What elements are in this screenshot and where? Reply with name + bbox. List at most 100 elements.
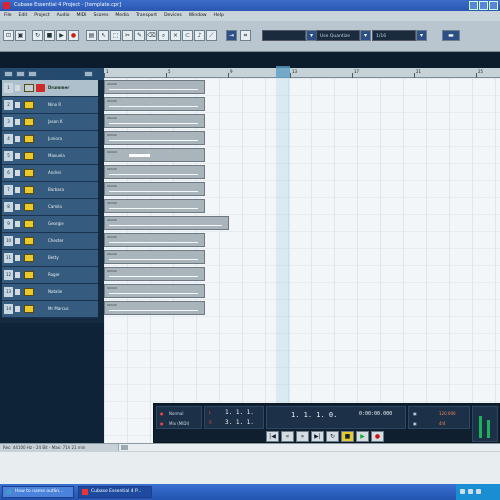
eraser-icon[interactable]: ⌫ [146, 30, 157, 41]
menu-media[interactable]: Media [115, 11, 129, 21]
solo-mode-button[interactable]: ⊡ [3, 30, 14, 41]
right-locator-time[interactable]: 3. 1. 1. [225, 419, 254, 426]
go-to-end-icon[interactable]: ▶| [311, 431, 324, 442]
position-time-display[interactable]: 0:00:00.000 [359, 411, 392, 417]
monitor-button[interactable]: ▣ [15, 30, 26, 41]
taskbar-browser-task[interactable]: How to name outlin... [2, 486, 74, 498]
project-cursor-marker[interactable] [276, 66, 290, 78]
go-to-start-icon[interactable]: |◀ [266, 431, 279, 442]
track-name[interactable]: Andrei [48, 170, 96, 175]
cycle-icon[interactable]: ↻ [32, 30, 43, 41]
snap-type-display[interactable] [262, 30, 306, 41]
fast-forward-icon[interactable]: » [296, 431, 309, 442]
quantize-dropdown[interactable]: ▾ [360, 30, 371, 41]
midi-part[interactable]: ▭▭▭ [104, 216, 229, 230]
track-zoom-icon[interactable] [84, 71, 93, 77]
mute-tool-icon[interactable]: × [170, 30, 181, 41]
track-row[interactable]: 8 Camila [2, 199, 98, 216]
track-row[interactable]: 13 Natalie [2, 284, 98, 301]
track-name[interactable]: Betty [48, 255, 96, 260]
solo-icon[interactable] [24, 152, 34, 160]
color-picker-button[interactable]: ▬ [442, 30, 460, 41]
grid-dropdown[interactable]: ▾ [416, 30, 427, 41]
midi-part[interactable]: ▭▭▭ [104, 301, 205, 315]
zoom-icon[interactable]: ⌕ [158, 30, 169, 41]
edit-mode-button[interactable]: ▤ [86, 30, 97, 41]
track-row[interactable]: 6 Andrei [2, 165, 98, 182]
play-tool-icon[interactable]: ♪ [194, 30, 205, 41]
track-name[interactable]: Nino R [48, 102, 96, 107]
cycle-mode-label[interactable]: Mix (MIDI) [169, 421, 189, 426]
mute-icon[interactable] [15, 187, 20, 193]
midi-part[interactable]: ▭▭▭ [104, 267, 205, 281]
midi-part[interactable]: ▭▭▭ [104, 80, 205, 94]
object-select-icon[interactable]: ↖ [98, 30, 109, 41]
transport-stop-icon[interactable]: ■ [341, 431, 354, 442]
track-row[interactable]: 9 Georgie [2, 216, 98, 233]
menu-project[interactable]: Project [34, 11, 49, 21]
solo-icon[interactable] [24, 186, 34, 194]
pencil-icon[interactable]: ✎ [134, 30, 145, 41]
mute-icon[interactable] [15, 221, 20, 227]
auto-scroll-button[interactable]: ⇥ [226, 30, 237, 41]
grid-display[interactable]: 1/16 [372, 30, 416, 41]
solo-icon[interactable] [24, 135, 34, 143]
tracklist-empty-area[interactable] [0, 323, 104, 443]
track-name[interactable]: Juniora [48, 136, 96, 141]
solo-icon[interactable] [24, 288, 34, 296]
mute-icon[interactable] [15, 102, 20, 108]
stop-icon[interactable]: ■ [44, 30, 55, 41]
glue-icon[interactable]: ⊂ [182, 30, 193, 41]
track-name[interactable]: Georgie [48, 221, 96, 226]
record-icon[interactable]: ● [68, 30, 79, 41]
tray-icon[interactable] [460, 489, 465, 494]
solo-icon[interactable] [24, 305, 34, 313]
solo-icon[interactable] [24, 254, 34, 262]
track-name[interactable]: Jason K [48, 119, 96, 124]
track-name[interactable]: Natalie [48, 289, 96, 294]
signature-value[interactable]: 4/4 [439, 421, 445, 426]
menu-midi[interactable]: MIDI [76, 11, 86, 21]
track-name[interactable]: Barbara [48, 187, 96, 192]
window-titlebar[interactable]: Cubase Essential 4 Project - [template.c… [0, 0, 500, 11]
transport-play-icon[interactable]: ▶ [356, 431, 369, 442]
transport-record-icon[interactable]: ● [371, 431, 384, 442]
record-enable-icon[interactable] [36, 84, 45, 92]
mute-icon[interactable] [15, 119, 20, 125]
track-name[interactable]: Mr Marcus [48, 306, 96, 311]
track-row[interactable]: 7 Barbara [2, 182, 98, 199]
menu-devices[interactable]: Devices [164, 11, 182, 21]
close-button[interactable] [489, 1, 498, 10]
menu-audio[interactable]: Audio [57, 11, 70, 21]
mute-icon[interactable] [15, 306, 20, 312]
midi-part[interactable]: ▭▭▭ [104, 233, 205, 247]
mute-icon[interactable] [15, 170, 20, 176]
track-name[interactable]: Chester [48, 238, 96, 243]
track-row[interactable]: 4 Juniora [2, 131, 98, 148]
transport-cycle-icon[interactable]: ↻ [326, 431, 339, 442]
menu-transport[interactable]: Transport [136, 11, 157, 21]
mute-icon[interactable] [15, 153, 20, 159]
rewind-icon[interactable]: « [281, 431, 294, 442]
solo-icon[interactable] [24, 220, 34, 228]
taskbar-cubase-task[interactable]: Cubase Essential 4 P... [78, 486, 152, 498]
mute-icon[interactable] [15, 289, 20, 295]
global-solo-icon[interactable] [28, 71, 37, 77]
track-name[interactable]: Camila [48, 204, 96, 209]
range-select-icon[interactable]: ⬚ [110, 30, 121, 41]
track-row[interactable]: 10 Chester [2, 233, 98, 250]
mute-icon[interactable] [15, 238, 20, 244]
menu-file[interactable]: File [4, 11, 12, 21]
click-icon[interactable]: ▣ [413, 411, 417, 416]
quantize-display[interactable]: Use Quantize [316, 30, 360, 41]
mute-icon[interactable] [15, 136, 20, 142]
track-row[interactable]: 5 Maxuela [2, 148, 98, 165]
record-mode-label[interactable]: Normal [169, 411, 183, 416]
menu-window[interactable]: Window [189, 11, 207, 21]
midi-part[interactable]: ▭▭▭ [104, 165, 205, 179]
solo-icon[interactable] [24, 101, 34, 109]
midi-part[interactable]: ▭▭▭ [104, 182, 205, 196]
position-bars-display[interactable]: 1. 1. 1. 0. [291, 411, 337, 419]
global-mute-icon[interactable] [16, 71, 25, 77]
folder-icon[interactable] [24, 84, 34, 92]
